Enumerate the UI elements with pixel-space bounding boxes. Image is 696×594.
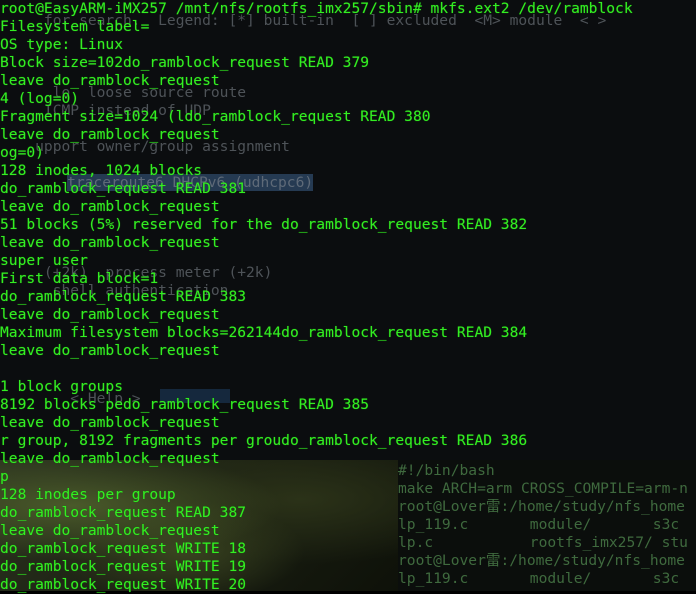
console-line: leave do_ramblock_request xyxy=(0,450,220,467)
console-line: do_ramblock_request READ 383 xyxy=(0,288,247,305)
console-line: leave do_ramblock_request xyxy=(0,234,220,251)
console-line: leave do_ramblock_request xyxy=(0,522,220,539)
console-line: do_ramblock_request WRITE 19 xyxy=(0,558,247,575)
console-line: 4 (log=0) xyxy=(0,90,80,107)
console-line: do_ramblock_request READ 387 xyxy=(0,504,247,521)
console-line: Block size=102do_ramblock_request READ 3… xyxy=(0,54,370,71)
console-line: og=0) xyxy=(0,144,44,161)
console-line: First data block=1 xyxy=(0,270,159,287)
console-line: p xyxy=(0,468,9,485)
console-line: OS type: Linux xyxy=(0,36,124,53)
console-line: Filesystem label= xyxy=(0,18,150,35)
console-line: 8192 blocks pedo_ramblock_request READ 3… xyxy=(0,396,370,413)
console-line: Maximum filesystem blocks=262144do_rambl… xyxy=(0,324,528,341)
console-line: leave do_ramblock_request xyxy=(0,306,220,323)
console-line: do_ramblock_request WRITE 18 xyxy=(0,540,247,557)
console-line: leave do_ramblock_request xyxy=(0,198,220,215)
console-line: leave do_ramblock_request xyxy=(0,342,220,359)
console-line: leave do_ramblock_request xyxy=(0,414,220,431)
console-line: do_ramblock_request READ 381 xyxy=(0,180,247,197)
console-line: 128 inodes per group xyxy=(0,486,176,503)
console-line: 51 blocks (5%) reserved for the do_rambl… xyxy=(0,216,528,233)
console-line: Fragment size=1024 (ldo_ramblock_request… xyxy=(0,108,431,125)
serial-console-output[interactable]: root@EasyARM-iMX257 /mnt/nfs/rootfs_imx2… xyxy=(0,0,696,593)
console-line: do_ramblock_request WRITE 20 xyxy=(0,576,247,593)
console-line: r group, 8192 fragments per groudo_rambl… xyxy=(0,432,528,449)
console-line: super user xyxy=(0,252,88,269)
console-line: leave do_ramblock_request xyxy=(0,72,220,89)
console-line: 1 block groups xyxy=(0,378,124,395)
console-prompt-line: root@EasyARM-iMX257 /mnt/nfs/rootfs_imx2… xyxy=(0,0,633,17)
console-line: 128 inodes, 1024 blocks xyxy=(0,162,203,179)
console-line: leave do_ramblock_request xyxy=(0,126,220,143)
